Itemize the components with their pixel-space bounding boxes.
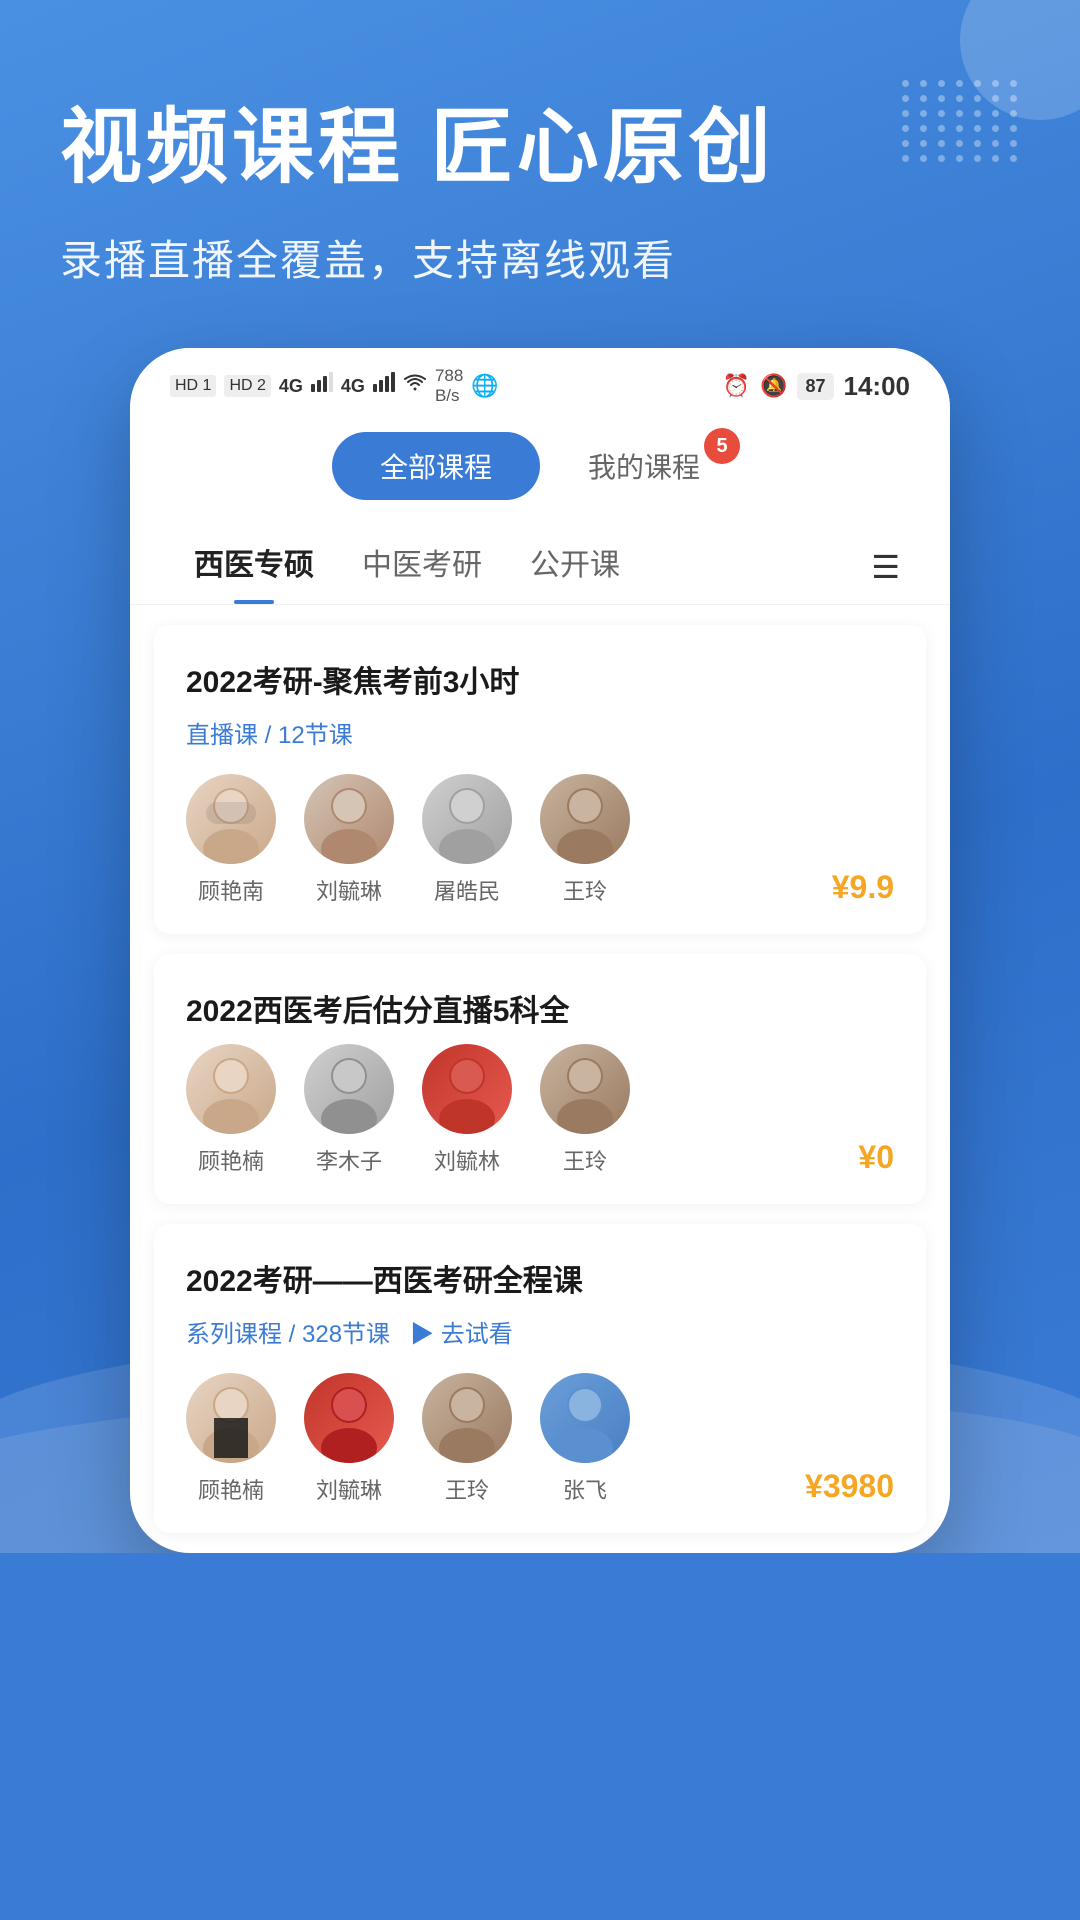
network-4g-1: 4G: [279, 376, 303, 397]
speed-text: 788B/s: [435, 366, 463, 406]
teacher-3-avatar: [422, 774, 512, 864]
network-globe-icon: 🌐: [471, 373, 498, 399]
my-courses-badge: 5: [704, 428, 740, 464]
signal-icon-2: [373, 372, 395, 400]
signal-icon-1: [311, 372, 333, 400]
teacher-item: 屠皓民: [422, 774, 512, 906]
course-card-2: 2022西医考后估分直播5科全 顾艳楠 李木子: [154, 954, 926, 1204]
course-list: 2022考研-聚焦考前3小时 直播课 / 12节课 顾艳南: [130, 625, 950, 1533]
teacher-1-avatar: [186, 1044, 276, 1134]
category-western-medicine[interactable]: 西医专硕: [170, 530, 338, 604]
course-2-price: ¥0: [858, 1139, 894, 1176]
all-courses-tab[interactable]: 全部课程: [332, 432, 540, 500]
teacher-3-name: 刘毓林: [434, 1144, 500, 1176]
course-3-teachers: 顾艳楠 刘毓琳 王玲: [186, 1373, 894, 1505]
hero-subtitle: 录播直播全覆盖，支持离线观看: [60, 227, 1020, 288]
teacher-3-avatar: [422, 1373, 512, 1463]
course-1-meta: 直播课 / 12节课: [186, 715, 894, 750]
teacher-4-name: 王玲: [563, 874, 607, 906]
my-courses-tab[interactable]: 我的课程 5: [540, 432, 748, 500]
course-3-meta: 系列课程 / 328节课 ▶ 去试看: [186, 1314, 894, 1349]
teacher-2-avatar: [304, 1373, 394, 1463]
teacher-3-name: 屠皓民: [434, 874, 500, 906]
teacher-item: 王玲: [422, 1373, 512, 1505]
course-1-title: 2022考研-聚焦考前3小时: [186, 657, 894, 701]
teacher-4-name: 张飞: [563, 1473, 607, 1505]
phone-mockup-wrapper: HD 1 HD 2 4G 4G: [60, 348, 1020, 1553]
category-open-courses[interactable]: 公开课: [506, 530, 644, 604]
wifi-icon: [403, 373, 427, 399]
teacher-item: 刘毓琳: [304, 774, 394, 906]
status-bar-left: HD 1 HD 2 4G 4G: [170, 366, 499, 406]
teacher-1-name: 顾艳南: [198, 874, 264, 906]
course-card-3: 2022考研——西医考研全程课 系列课程 / 328节课 ▶ 去试看 顾艳楠: [154, 1224, 926, 1533]
teacher-4-name: 王玲: [563, 1144, 607, 1176]
hd2-badge: HD 2: [224, 375, 270, 397]
teacher-4-avatar: [540, 1373, 630, 1463]
teacher-1-name: 顾艳楠: [198, 1473, 264, 1505]
hero-section: 视频课程 匠心原创 录播直播全覆盖，支持离线观看 HD 1 HD 2 4G: [0, 0, 1080, 1553]
network-4g-2: 4G: [341, 376, 365, 397]
mute-icon: 🔕: [760, 373, 787, 399]
course-1-type: 直播课 / 12节课: [186, 715, 353, 750]
course-2-title: 2022西医考后估分直播5科全: [186, 986, 894, 1030]
teacher-2-name: 李木子: [316, 1144, 382, 1176]
course-3-title: 2022考研——西医考研全程课: [186, 1256, 894, 1300]
category-navigation: 西医专硕 中医考研 公开课 ☰: [130, 520, 950, 605]
alarm-icon: ⏰: [723, 373, 750, 399]
teacher-item: 张飞: [540, 1373, 630, 1505]
teacher-1-avatar: [186, 1373, 276, 1463]
time-display: 14:00: [844, 371, 911, 402]
hero-title: 视频课程 匠心原创: [60, 80, 1020, 199]
teacher-3-avatar: [422, 1044, 512, 1134]
category-menu-icon[interactable]: ☰: [861, 538, 910, 596]
course-1-price: ¥9.9: [832, 869, 894, 906]
phone-mockup: HD 1 HD 2 4G 4G: [130, 348, 950, 1553]
teacher-2-name: 刘毓琳: [316, 874, 382, 906]
teacher-2-avatar: [304, 1044, 394, 1134]
status-bar: HD 1 HD 2 4G 4G: [130, 348, 950, 416]
teacher-item: 王玲: [540, 774, 630, 906]
course-2-teachers: 顾艳楠 李木子 刘毓林: [186, 1044, 894, 1176]
teacher-item: 顾艳楠: [186, 1373, 276, 1505]
course-3-price: ¥3980: [805, 1468, 894, 1505]
course-card-1: 2022考研-聚焦考前3小时 直播课 / 12节课 顾艳南: [154, 625, 926, 934]
try-watch-button[interactable]: ▶ 去试看: [410, 1314, 513, 1349]
teacher-item: 刘毓琳: [304, 1373, 394, 1505]
teacher-4-avatar: [540, 774, 630, 864]
teacher-2-avatar: [304, 774, 394, 864]
teacher-1-name: 顾艳楠: [198, 1144, 264, 1176]
teacher-item: 刘毓林: [422, 1044, 512, 1176]
category-tcm[interactable]: 中医考研: [338, 530, 506, 604]
teacher-item: 李木子: [304, 1044, 394, 1176]
teacher-2-name: 刘毓琳: [316, 1473, 382, 1505]
course-3-type: 系列课程 / 328节课: [186, 1314, 390, 1349]
battery-indicator: 87: [797, 373, 833, 400]
teacher-item: 顾艳南: [186, 774, 276, 906]
course-tab-bar: 全部课程 我的课程 5: [130, 416, 950, 520]
teacher-3-name: 王玲: [445, 1473, 489, 1505]
teacher-1-avatar: [186, 774, 276, 864]
status-bar-right: ⏰ 🔕 87 14:00: [723, 371, 910, 402]
teacher-item: 王玲: [540, 1044, 630, 1176]
teacher-item: 顾艳楠: [186, 1044, 276, 1176]
course-1-teachers: 顾艳南 刘毓琳 屠皓民: [186, 774, 894, 906]
teacher-4-avatar: [540, 1044, 630, 1134]
hd1-badge: HD 1: [170, 375, 216, 397]
